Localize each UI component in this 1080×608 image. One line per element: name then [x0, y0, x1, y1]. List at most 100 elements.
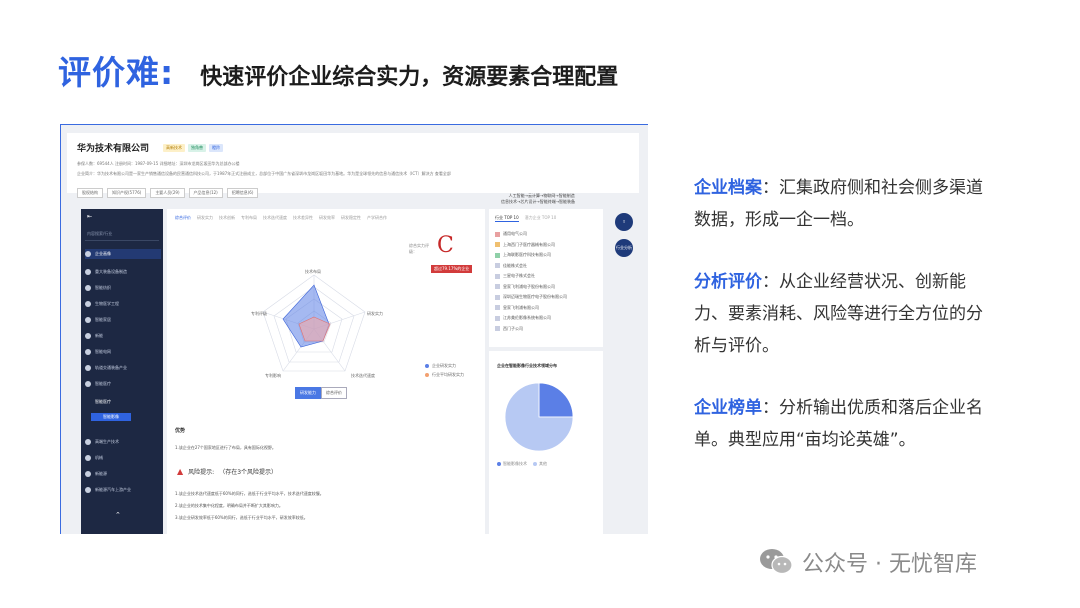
- bullet-item: 企业档案：汇集政府侧和社会侧多渠道数据，形成一企一档。: [694, 172, 994, 236]
- people-button[interactable]: 主要人员(29): [150, 188, 185, 198]
- sidebar-item-label: 新能源: [95, 471, 107, 476]
- industry-analysis-button[interactable]: 行业分析: [615, 239, 633, 257]
- company-name: 华为技术有限公司: [77, 144, 150, 154]
- circle-icon: [85, 301, 91, 307]
- pie-chart: [504, 382, 574, 452]
- watermark-text: 公众号 · 无忧智库: [802, 552, 977, 577]
- circle-icon: [85, 317, 91, 323]
- company-header: 华为技术有限公司 高新技术 独角兽 瞪羚 参保人数：69544人 注册时间：19…: [67, 133, 639, 198]
- sidebar-item[interactable]: 智能电网: [85, 347, 161, 357]
- collapse-icon[interactable]: ⇤: [87, 213, 92, 220]
- bullet-item: 分析评价：从企业经营状况、创新能力、要素消耗、风险等进行全方位的分析与评价。: [694, 266, 994, 362]
- radar-legend: 企业研发实力 行业平均研发实力: [425, 361, 464, 379]
- sidebar-item[interactable]: 新能源汽车上游产业: [85, 485, 161, 495]
- sidebar-item[interactable]: 智能纺织: [85, 283, 161, 293]
- ranking-item[interactable]: 三星电子株式会社: [495, 273, 535, 279]
- bullet-key: 企业榜单: [694, 398, 762, 418]
- ranking-item-label: 深圳迈瑞生物医疗电子股份有限公司: [503, 294, 567, 299]
- circle-icon: [85, 285, 91, 291]
- chain-note-text: 人工智能→云计算→物联网→智能制造 信息技术→芯片设计→智能终端→智能装备: [501, 193, 576, 204]
- sidebar-item[interactable]: 机械: [85, 453, 161, 463]
- tab[interactable]: 技术创新: [219, 215, 235, 221]
- ranking-item[interactable]: 上海联影医疗科技有限公司: [495, 252, 551, 258]
- chain-note: 人工智能→云计算→物联网→智能制造 信息技术→芯片设计→智能终端→智能装备: [501, 187, 575, 211]
- sidebar-subitem[interactable]: 智能医疗: [95, 399, 111, 405]
- ranking-item[interactable]: 西门子公司: [495, 326, 523, 332]
- rank-marker: [495, 273, 500, 279]
- rank-marker: [495, 263, 500, 268]
- radar-chart: [262, 274, 366, 372]
- risk-line: 3.该企业研发效率低于60%的同行，选低于行业平均水平，研发效率较低。: [175, 515, 308, 520]
- recruit-button[interactable]: 招聘信息(6): [226, 188, 259, 198]
- sidebar-item-label: 企业画像: [95, 251, 111, 256]
- circle-icon: [85, 439, 91, 445]
- ranking-item[interactable]: 皇家飞利浦有限公司: [495, 305, 539, 311]
- ranking-item[interactable]: 通用电气公司: [495, 231, 527, 237]
- sidebar-item[interactable]: 重大装备设备制造: [85, 267, 161, 277]
- sidebar-item-label: 重大装备设备制造: [95, 269, 127, 274]
- pie-title: 企业在智能影像行业技术领域分布: [497, 363, 557, 368]
- circle-icon: [85, 269, 91, 275]
- rank-marker: [495, 252, 500, 258]
- sidebar-item-portrait[interactable]: 企业画像: [85, 249, 161, 259]
- switch-rd[interactable]: 研发能力: [295, 387, 321, 399]
- ranking-item-label: 西门子公司: [503, 325, 523, 331]
- sidebar-item-label: 轨道交通装备产业: [95, 365, 127, 370]
- radar-label: 专利评级: [251, 311, 267, 316]
- sidebar-item[interactable]: 高端生产技术: [85, 437, 161, 447]
- sidebar-item[interactable]: 智能家居: [85, 315, 161, 325]
- watermark: 公众号 · 无忧智库: [758, 546, 977, 578]
- risk-count: （存在3个风险提示）: [219, 469, 278, 476]
- ranking-item[interactable]: 江苏美伦影像系统有限公司: [495, 315, 551, 321]
- heading-key: 评价难:: [58, 53, 175, 92]
- sidebar-item-label: 机械: [95, 455, 103, 460]
- export-icon[interactable]: ⇪: [615, 213, 633, 231]
- risk-title: 风险提示:: [188, 469, 215, 476]
- ranking-item[interactable]: 深圳迈瑞生物医疗电子股份有限公司: [495, 294, 567, 300]
- tab[interactable]: 技术差异性: [293, 215, 313, 221]
- product-screenshot: 华为技术有限公司 高新技术 独角兽 瞪羚 参保人数：69544人 注册时间：19…: [60, 124, 648, 534]
- tab[interactable]: 技术迭代速度: [263, 215, 287, 221]
- switch-overall[interactable]: 综合评价: [321, 387, 347, 399]
- tag: 高新技术: [163, 144, 185, 152]
- legend-swatch: [497, 462, 501, 466]
- tab[interactable]: 产学研合作: [367, 215, 387, 221]
- ranking-item[interactable]: 佳能株式会社: [495, 263, 527, 269]
- bullet-list: 企业档案：汇集政府侧和社会侧多渠道数据，形成一企一档。 分析评价：从企业经营状况…: [694, 172, 994, 486]
- sidebar-item[interactable]: 新能: [85, 331, 161, 341]
- product-button[interactable]: 产品信息(12): [188, 188, 223, 198]
- company-description: 企业简介：华为技术有限公司是一家生产销售通信设备的民营通信科技公司，于1987年…: [77, 171, 451, 176]
- rank-marker: [495, 315, 500, 321]
- tab[interactable]: 专利布局: [241, 215, 257, 221]
- rank-marker: [495, 242, 500, 247]
- view-switch: 研发能力 综合评价: [295, 387, 347, 399]
- ranking-item[interactable]: 皇家飞利浦电子股份有限公司: [495, 284, 555, 290]
- ranking-item-label: 皇家飞利浦有限公司: [503, 304, 539, 310]
- sidebar-item-label: 智能电网: [95, 349, 111, 354]
- risk-header: ▲ 风险提示: （存在3个风险提示）: [177, 467, 277, 476]
- sidebar-item[interactable]: 智能医疗: [85, 379, 161, 389]
- grade-value: C: [437, 233, 454, 258]
- equity-button[interactable]: 股权结构: [77, 188, 103, 198]
- sidebar-item[interactable]: 新能源: [85, 469, 161, 479]
- legend-swatch: [533, 462, 537, 466]
- sidebar-search[interactable]: 内容搜索/行业: [85, 231, 159, 241]
- legend-label: 企业研发实力: [432, 363, 456, 368]
- company-tags: 高新技术 独角兽 瞪羚: [163, 144, 223, 152]
- pie-legend: 智能影像技术 其他: [497, 461, 547, 467]
- tab[interactable]: 研发效率: [319, 215, 335, 221]
- sidebar-subitem-active[interactable]: 智能影像: [91, 413, 131, 421]
- sidebar-item-label: 智能纺织: [95, 285, 111, 290]
- sidebar-item[interactable]: 生物医学工程: [85, 299, 161, 309]
- tab[interactable]: 研发实力: [197, 215, 213, 221]
- tab-overall[interactable]: 综合评价: [175, 215, 191, 221]
- sidebar-item[interactable]: 轨道交通装备产业: [85, 363, 161, 373]
- tab[interactable]: 研发稳定性: [341, 215, 361, 221]
- radar-label: 技术迭代速度: [351, 373, 375, 378]
- chevron-up-icon[interactable]: ⌃: [115, 511, 121, 519]
- tab-industry-top10[interactable]: 行业 TOP 10: [495, 215, 519, 222]
- ranking-panel: 行业 TOP 10 潜力企业 TOP 10 通用电气公司上海西门子医疗器械有限公…: [489, 209, 603, 347]
- ip-button[interactable]: 知识产权(5776): [107, 188, 147, 198]
- ranking-item[interactable]: 上海西门子医疗器械有限公司: [495, 242, 555, 248]
- tab-potential-top10[interactable]: 潜力企业 TOP 10: [525, 215, 557, 222]
